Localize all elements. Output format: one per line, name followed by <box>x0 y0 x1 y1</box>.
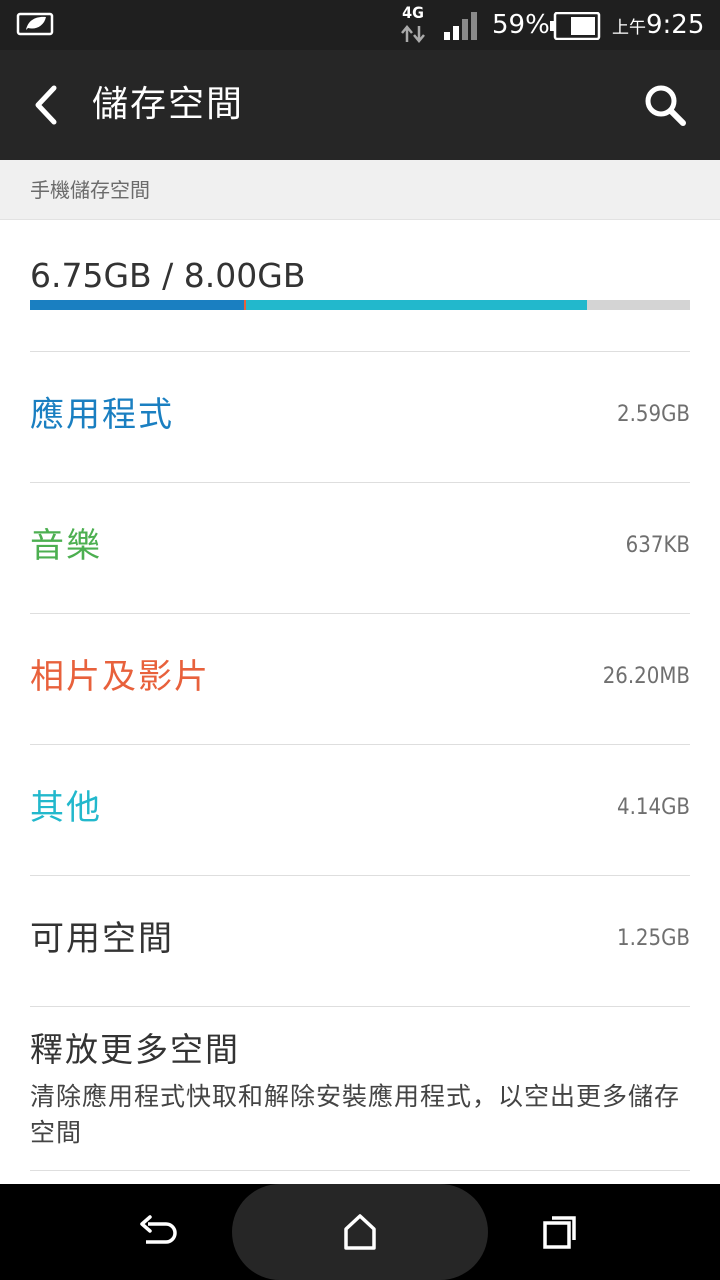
signal-icon <box>444 12 480 44</box>
data-arrows-icon <box>401 25 425 43</box>
battery-icon <box>550 11 602 44</box>
usage-summary: 6.75GB / 8.00GB <box>30 256 306 295</box>
usage-bar <box>30 300 690 310</box>
row-value: 26.20MB <box>602 664 690 689</box>
section-header-label: 手機儲存空間 <box>30 178 150 202</box>
free-more-space-description: 清除應用程式快取和解除安裝應用程式，以空出更多儲存空間 <box>30 1082 681 1147</box>
row-label: 其他 <box>30 788 102 828</box>
page-title: 儲存空間 <box>92 84 245 125</box>
row-available-space[interactable]: 可用空間 1.25GB <box>0 876 720 1006</box>
navigation-bar <box>0 1184 720 1280</box>
clock-time: 9:25 <box>646 10 705 40</box>
network-type-label: 4G <box>402 3 424 22</box>
leaf-icon <box>16 10 56 42</box>
back-nav-icon[interactable] <box>138 1214 180 1254</box>
usage-segment <box>245 300 588 310</box>
row-music[interactable]: 音樂 637KB <box>0 483 720 613</box>
divider <box>30 1170 690 1171</box>
search-icon[interactable] <box>642 82 688 128</box>
row-value: 1.25GB <box>617 926 690 951</box>
row-photos-videos[interactable]: 相片及影片 26.20MB <box>0 614 720 744</box>
section-header: 手機儲存空間 <box>0 160 720 220</box>
row-label: 可用空間 <box>30 919 174 959</box>
battery-percent: 59% <box>492 10 550 40</box>
row-label: 相片及影片 <box>30 657 210 697</box>
row-label: 應用程式 <box>30 395 174 435</box>
row-value: 637KB <box>625 533 690 558</box>
status-bar: 4G 59% 上午9:25 <box>0 0 720 50</box>
row-other[interactable]: 其他 4.14GB <box>0 745 720 875</box>
row-label: 音樂 <box>30 526 102 566</box>
usage-segment <box>30 300 244 310</box>
recents-nav-icon[interactable] <box>542 1214 578 1254</box>
row-value: 2.59GB <box>617 402 690 427</box>
free-more-space-item[interactable]: 釋放更多空間 清除應用程式快取和解除安裝應用程式，以空出更多儲存空間 <box>0 1007 720 1171</box>
app-bar: 儲存空間 <box>0 50 720 160</box>
back-icon[interactable] <box>30 84 66 126</box>
free-more-space-title: 釋放更多空間 <box>30 1030 240 1069</box>
row-apps[interactable]: 應用程式 2.59GB <box>0 352 720 482</box>
row-value: 4.14GB <box>617 795 690 820</box>
clock: 上午9:25 <box>612 9 704 44</box>
network-indicator: 4G <box>396 4 430 46</box>
clock-ampm: 上午 <box>612 18 646 38</box>
home-nav-icon[interactable] <box>342 1212 378 1256</box>
